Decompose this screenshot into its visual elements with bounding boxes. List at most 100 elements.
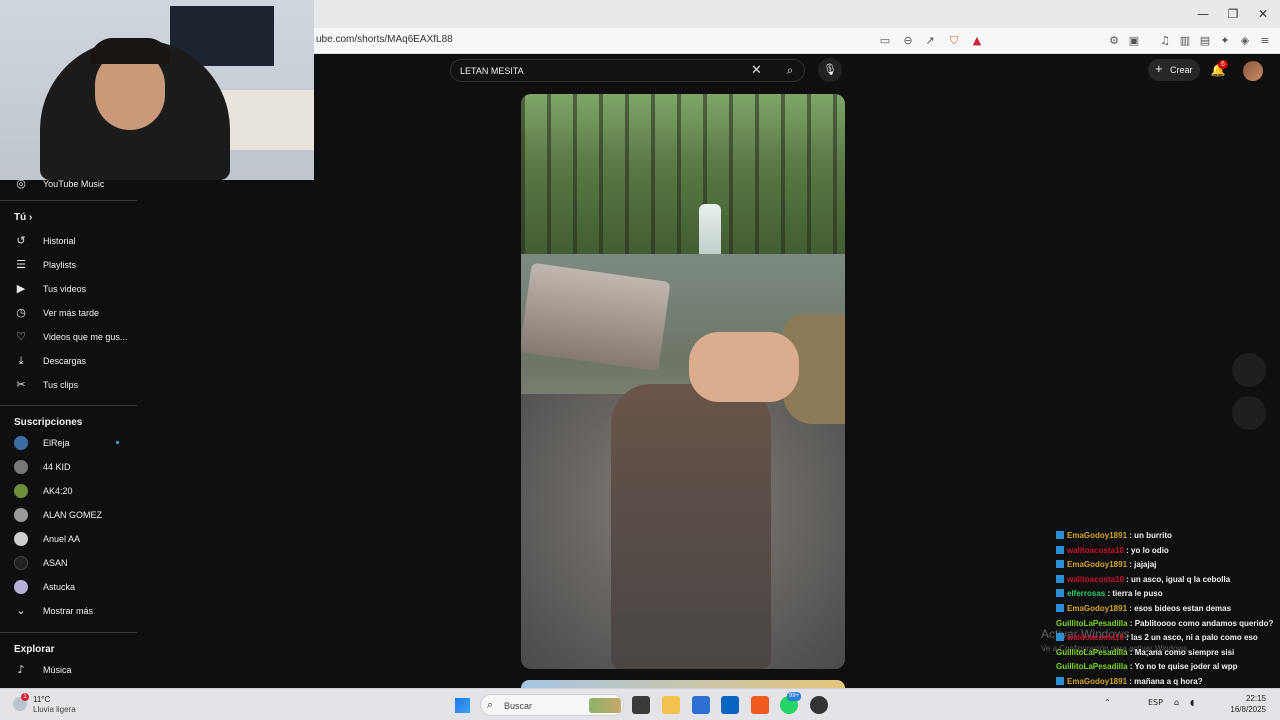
sidebar-item-history[interactable]: ↺ Historial bbox=[0, 229, 137, 253]
start-button[interactable] bbox=[455, 698, 470, 713]
chat-message: elferrosas : tierra le puso bbox=[1056, 589, 1280, 604]
cast-icon[interactable]: ▭ bbox=[877, 33, 893, 49]
chat-text: : un burrito bbox=[1127, 531, 1172, 540]
voice-search-button[interactable]: 🎙 bbox=[818, 58, 842, 82]
chat-username: GuillitoLaPesadilla bbox=[1056, 662, 1128, 672]
chat-username: EmaGodoy1891 bbox=[1067, 677, 1128, 686]
wallet-icon[interactable]: ▣ bbox=[1126, 33, 1142, 49]
clock-time[interactable]: 22:15 bbox=[1226, 694, 1266, 703]
menu-icon[interactable]: ≡ bbox=[1257, 33, 1273, 49]
search-input[interactable]: LETAN MESITA bbox=[460, 66, 524, 76]
minimize-button[interactable]: — bbox=[1188, 4, 1218, 24]
chevron-up-icon[interactable]: ⌃ bbox=[1104, 698, 1111, 707]
divider bbox=[0, 632, 137, 633]
language-indicator[interactable]: ESP bbox=[1148, 698, 1163, 707]
chat-message: GuillitoLaPesadilla : Pablitoooo como an… bbox=[1056, 619, 1280, 634]
sidebar-item-liked-videos[interactable]: ♡ Videos que me gus... bbox=[0, 325, 137, 349]
whatsapp-unread-badge: 99+ bbox=[787, 692, 801, 701]
you-heading[interactable]: Tú › bbox=[14, 212, 32, 223]
vpn-icon[interactable]: ◈ bbox=[1237, 33, 1253, 49]
downloads-icon: ⤓ bbox=[18, 354, 24, 367]
sidebar-item-music[interactable]: ♪ Música bbox=[0, 658, 137, 682]
sidebar-item-subscription[interactable]: 44 KID bbox=[0, 455, 137, 479]
brave-browser-icon[interactable] bbox=[751, 696, 769, 714]
store-icon[interactable] bbox=[692, 696, 710, 714]
shorts-video-player[interactable] bbox=[521, 94, 845, 669]
clear-search-icon[interactable]: ✕ bbox=[751, 63, 762, 78]
avatar bbox=[14, 580, 28, 594]
sidebar-item-clips[interactable]: ✂ Tus clips bbox=[0, 373, 137, 397]
clips-icon: ✂ bbox=[16, 378, 26, 391]
sidebar-item-your-videos[interactable]: ▶ Tus videos bbox=[0, 277, 137, 301]
avatar bbox=[14, 436, 28, 450]
sidebar-item-subscription[interactable]: Astucka bbox=[0, 575, 137, 599]
webcam-hair bbox=[90, 38, 170, 64]
chat-message: EmaGodoy1891 : esos bideos estan demas bbox=[1056, 604, 1280, 619]
sidebar-item-subscription[interactable]: AK4:20 bbox=[0, 479, 137, 503]
sidebar-item-youtube-music[interactable]: ◎ YouTube Music bbox=[0, 172, 137, 196]
zoom-icon[interactable]: ⊖ bbox=[900, 33, 916, 49]
chat-message: EmaGodoy1891 : jajajaj bbox=[1056, 560, 1280, 575]
share-icon[interactable]: ↗ bbox=[922, 33, 938, 49]
sidebar-item-downloads[interactable]: ⤓ Descargas bbox=[0, 349, 137, 373]
media-icon[interactable]: ♫ bbox=[1157, 33, 1173, 49]
chat-text: : esos bideos estan demas bbox=[1127, 604, 1232, 613]
sidebar-item-subscription[interactable]: ALAN GOMEZ bbox=[0, 503, 137, 527]
outlook-icon[interactable] bbox=[721, 696, 739, 714]
brave-rewards-icon[interactable]: ▲ bbox=[969, 33, 985, 49]
chat-username: walitoacosta10 bbox=[1067, 574, 1124, 584]
microphone-icon: 🎙 bbox=[823, 63, 837, 76]
sidebar-item-playlists[interactable]: ☰ Playlists bbox=[0, 253, 137, 277]
avatar bbox=[14, 532, 28, 546]
chat-username: elferrosas bbox=[1067, 589, 1106, 599]
chat-text: : Yo no te quise joder al wpp bbox=[1127, 662, 1238, 672]
url-text[interactable]: ube.com/shorts/MAq6EAXfL88 bbox=[316, 34, 453, 45]
search-button[interactable]: ⌕ bbox=[776, 59, 804, 82]
sidebar-item-subscription[interactable]: Anuel AA bbox=[0, 527, 137, 551]
sidebar-item-subscription[interactable]: ASAN bbox=[0, 551, 137, 575]
volume-icon[interactable]: ◖ bbox=[1190, 698, 1194, 707]
plus-icon: + bbox=[1155, 61, 1163, 76]
task-view-icon[interactable] bbox=[632, 696, 650, 714]
chat-badge-icon bbox=[1056, 677, 1064, 685]
video-cleaver bbox=[521, 262, 671, 372]
weather-temperature[interactable]: 11°C bbox=[33, 695, 50, 704]
video-hand bbox=[689, 332, 799, 402]
playlists-icon: ☰ bbox=[16, 258, 26, 271]
profile-avatar[interactable] bbox=[1243, 61, 1263, 81]
explore-heading: Explorar bbox=[14, 644, 55, 655]
clock-date[interactable]: 16/8/2025 bbox=[1216, 705, 1266, 714]
chat-text: : un asco, igual q la cebolla bbox=[1123, 574, 1231, 584]
leo-ai-icon[interactable]: ✦ bbox=[1217, 33, 1233, 49]
chat-text: : jajajaj bbox=[1127, 560, 1157, 570]
sidebar-toggle-icon[interactable]: ▥ bbox=[1177, 33, 1193, 49]
sidebar-item-watch-later[interactable]: ◷ Ver más tarde bbox=[0, 301, 137, 325]
network-icon[interactable]: ⌂ bbox=[1174, 698, 1179, 707]
app-icon[interactable] bbox=[810, 696, 828, 714]
chat-badge-icon bbox=[1056, 589, 1064, 598]
next-short-button[interactable] bbox=[1232, 396, 1266, 430]
file-explorer-icon[interactable] bbox=[662, 696, 680, 714]
create-button[interactable]: + Crear bbox=[1148, 59, 1200, 81]
previous-short-button[interactable] bbox=[1232, 353, 1266, 387]
weather-condition[interactable]: Lluvia ligera bbox=[33, 705, 76, 714]
chat-message: walitoacosta10 : yo lo odio bbox=[1056, 545, 1280, 561]
chevron-down-icon: ⌄ bbox=[16, 604, 26, 617]
music-icon: ♪ bbox=[17, 663, 25, 676]
chat-badge-icon bbox=[1056, 633, 1064, 642]
chat-badge-icon bbox=[1056, 604, 1064, 612]
search-box[interactable]: LETAN MESITA ✕ bbox=[450, 59, 805, 82]
sidebar-item-subscription[interactable]: ElReja bbox=[0, 431, 137, 455]
show-more-button[interactable]: ⌄ Mostrar más bbox=[0, 599, 137, 623]
chat-message: walitoacosta10 : un asco, igual q la ceb… bbox=[1056, 574, 1280, 590]
brave-shield-icon[interactable]: ⛉ bbox=[946, 33, 962, 49]
taskbar-search[interactable]: ⌕ Buscar bbox=[480, 694, 624, 716]
maximize-button[interactable]: ❐ bbox=[1218, 4, 1248, 24]
windows-taskbar: 1 11°C Lluvia ligera ⌕ Buscar 99+ ⌃ ESP … bbox=[0, 688, 1280, 720]
chat-badge-icon bbox=[1056, 545, 1064, 554]
extensions-icon[interactable]: ⚙ bbox=[1106, 33, 1122, 49]
close-window-button[interactable]: ✕ bbox=[1248, 4, 1278, 24]
avatar bbox=[14, 508, 28, 522]
wallet2-icon[interactable]: ▤ bbox=[1197, 33, 1213, 49]
chat-username: walitoacosta10 bbox=[1067, 633, 1124, 643]
